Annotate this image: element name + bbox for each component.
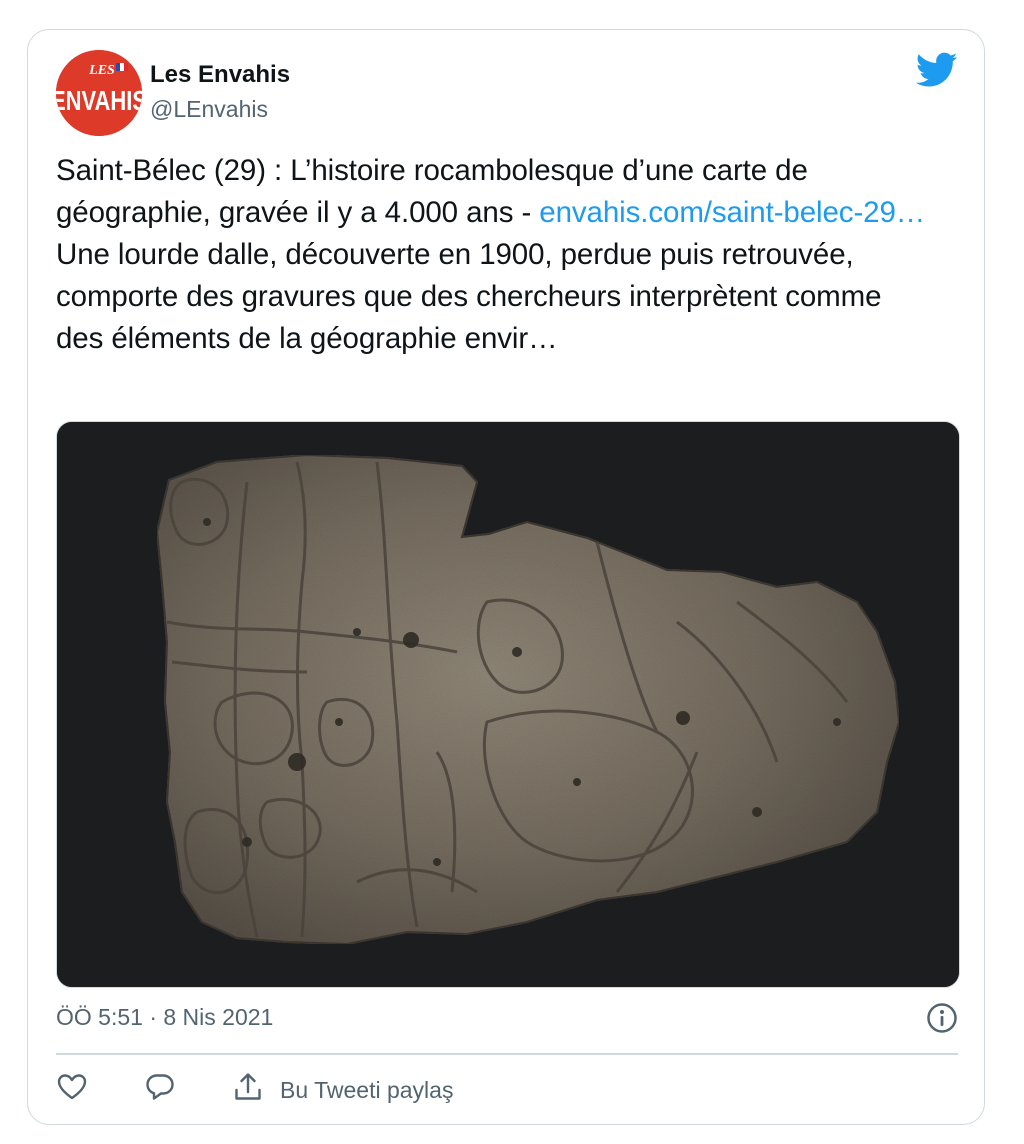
tweet-text: Saint-Bélec (29) : L’histoire rocamboles… bbox=[56, 150, 936, 360]
account-name[interactable]: Les Envahis bbox=[150, 61, 290, 89]
account-handle[interactable]: @LEnvahis bbox=[150, 96, 268, 123]
tweet-actions: Bu Tweeti paylaş bbox=[56, 1070, 509, 1110]
share-icon bbox=[232, 1071, 264, 1109]
reply-icon bbox=[144, 1071, 176, 1109]
share-label[interactable]: Bu Tweeti paylaş bbox=[280, 1077, 453, 1104]
tweet-card[interactable]: LES ENVAHIS Les Envahis @LEnvahis Saint-… bbox=[27, 29, 985, 1125]
twitter-bird-icon[interactable] bbox=[915, 52, 958, 88]
tweet-timestamp[interactable]: ÖÖ 5:51 · 8 Nis 2021 bbox=[56, 1004, 273, 1031]
info-icon[interactable] bbox=[926, 1002, 958, 1034]
avatar[interactable]: LES ENVAHIS bbox=[56, 50, 142, 136]
tweet-text-description: Une lourde dalle, découverte en 1900, pe… bbox=[56, 238, 882, 355]
divider bbox=[56, 1053, 958, 1055]
share-button[interactable]: Bu Tweeti paylaş bbox=[232, 1071, 453, 1109]
reply-button[interactable] bbox=[144, 1071, 176, 1109]
engraved-stone-slab-image[interactable] bbox=[56, 421, 960, 988]
article-link[interactable]: envahis.com/saint-belec-29… bbox=[539, 196, 925, 229]
svg-text:LES: LES bbox=[88, 63, 115, 78]
heart-icon bbox=[56, 1071, 88, 1109]
like-button[interactable] bbox=[56, 1071, 88, 1109]
svg-text:ENVAHIS: ENVAHIS bbox=[56, 86, 142, 117]
